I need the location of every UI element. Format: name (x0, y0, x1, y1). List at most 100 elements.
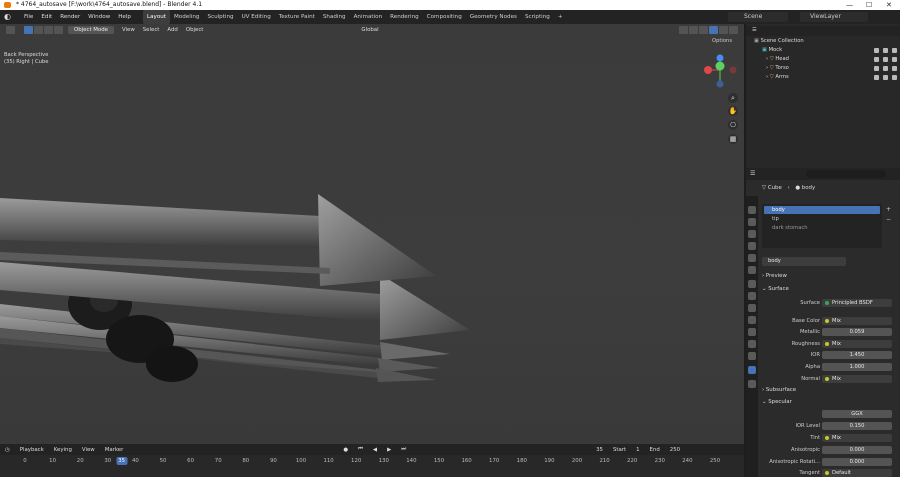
viewport-menu-add[interactable]: Add (163, 27, 181, 33)
tab-compositing[interactable]: Compositing (423, 10, 466, 24)
jump-end-icon[interactable]: ⏭ (396, 446, 411, 453)
play-reverse-icon[interactable]: ◀ (368, 447, 382, 453)
outliner-row-arms[interactable]: › ▽ Arms (746, 73, 900, 82)
section-preview[interactable]: › Preview (762, 273, 787, 279)
xray-icon[interactable] (689, 26, 698, 34)
viewport-menu-select[interactable]: Select (139, 27, 164, 33)
jump-start-icon[interactable]: ⏮ (353, 446, 368, 453)
visibility-toggles[interactable] (874, 55, 897, 62)
material-slot-tip[interactable]: tip (764, 215, 880, 223)
material-datablock-selector[interactable]: body (762, 257, 846, 266)
view-layer-selector[interactable]: ViewLayer (800, 12, 868, 22)
view-layer-tab-icon[interactable] (748, 242, 756, 250)
transform-orientation-dropdown[interactable]: Global (357, 27, 382, 33)
data-tab-icon[interactable] (748, 340, 756, 348)
tab-uv-editing[interactable]: UV Editing (238, 10, 275, 24)
tab-scripting[interactable]: Scripting (521, 10, 554, 24)
viewport-menu-object[interactable]: Object (182, 27, 208, 33)
material-tab-icon[interactable] (748, 366, 756, 374)
shading-wireframe-icon[interactable] (699, 26, 708, 34)
scene-selector[interactable]: Scene (728, 12, 788, 22)
section-surface[interactable]: ⌄ Surface (762, 286, 789, 292)
select-subtract-icon[interactable] (44, 26, 53, 34)
timeline-ruler[interactable]: 0 10 20 30 40 50 60 70 80 90 100 110 120 130 140 150 160… (0, 455, 744, 477)
options-button[interactable]: Options (712, 38, 732, 44)
ortho-grid-icon[interactable]: ▦ (728, 134, 738, 144)
start-frame-field[interactable]: 1 (631, 447, 644, 453)
specular-distribution-dropdown[interactable]: GGX (822, 410, 892, 418)
pan-hand-icon[interactable]: ✋ (728, 106, 738, 116)
tangent-field[interactable]: Default (822, 469, 892, 477)
normal-field[interactable]: Mix (822, 375, 892, 383)
outliner-row-mock[interactable]: ▣ Mock (746, 46, 900, 55)
add-workspace-button[interactable]: + (554, 10, 567, 24)
anisotropic-rotation-field[interactable]: 0.000 (822, 458, 892, 466)
menu-window[interactable]: Window (84, 10, 114, 24)
select-intersect-icon[interactable] (54, 26, 63, 34)
tab-geometry-nodes[interactable]: Geometry Nodes (466, 10, 521, 24)
tool-tab-icon[interactable] (748, 206, 756, 214)
section-specular[interactable]: ⌄ Specular (762, 399, 792, 405)
tint-field[interactable]: Mix (822, 434, 892, 442)
mesh-data-tab-icon[interactable] (748, 352, 756, 360)
menu-file[interactable]: File (20, 10, 37, 24)
visibility-toggles[interactable] (874, 73, 897, 80)
overlay-icon[interactable] (679, 26, 688, 34)
physics-tab-icon[interactable] (748, 316, 756, 324)
shading-rendered-icon[interactable] (729, 26, 738, 34)
anisotropic-field[interactable]: 0.000 (822, 446, 892, 454)
surface-shader-field[interactable]: Principled BSDF (822, 299, 892, 307)
timeline-menu-marker[interactable]: Marker (100, 447, 129, 453)
modifier-tab-icon[interactable] (748, 292, 756, 300)
object-tab-icon[interactable] (748, 280, 756, 288)
properties-search-input[interactable] (806, 170, 886, 178)
current-frame-field[interactable]: 35 (591, 447, 608, 453)
editor-type-icon[interactable] (6, 26, 15, 34)
ior-level-field[interactable]: 0.150 (822, 422, 892, 430)
camera-view-icon[interactable]: ⎔ (728, 120, 738, 130)
tab-animation[interactable]: Animation (350, 10, 387, 24)
alpha-field[interactable]: 1.000 (822, 363, 892, 371)
add-material-slot-button[interactable]: + (886, 206, 891, 213)
shading-material-icon[interactable] (719, 26, 728, 34)
minimize-button[interactable]: — (846, 0, 853, 10)
shading-solid-icon[interactable] (709, 26, 718, 34)
object-mode-dropdown[interactable]: Object Mode (68, 26, 114, 34)
timeline-menu-view[interactable]: View (77, 447, 100, 453)
ior-field[interactable]: 1.450 (822, 351, 892, 359)
timeline-menu-playback[interactable]: Playback (15, 447, 49, 453)
tab-texture-paint[interactable]: Texture Paint (275, 10, 319, 24)
tab-shading[interactable]: Shading (319, 10, 350, 24)
blender-logo-icon[interactable]: ◐ (4, 12, 16, 22)
visibility-toggles[interactable] (874, 64, 897, 71)
timeline-menu-keying[interactable]: Keying (49, 447, 77, 453)
scene-tab-icon[interactable] (748, 254, 756, 262)
texture-tab-icon[interactable] (748, 380, 756, 388)
section-subsurface[interactable]: › Subsurface (762, 387, 796, 393)
outliner-editor-icon[interactable]: ☰ (752, 27, 757, 33)
visibility-toggles[interactable] (874, 46, 897, 53)
menu-help[interactable]: Help (114, 10, 135, 24)
base-color-field[interactable]: Mix (822, 317, 892, 325)
outliner-row-head[interactable]: › ▽ Head (746, 55, 900, 64)
tab-sculpting[interactable]: Sculpting (203, 10, 237, 24)
tab-modeling[interactable]: Modeling (170, 10, 203, 24)
timeline-editor-icon[interactable]: ◷ (0, 447, 15, 453)
outliner-row-scene-collection[interactable]: ▣ Scene Collection (746, 37, 900, 46)
particles-tab-icon[interactable] (748, 304, 756, 312)
output-tab-icon[interactable] (748, 230, 756, 238)
select-extend-icon[interactable] (34, 26, 43, 34)
close-button[interactable]: ✕ (886, 0, 892, 10)
menu-render[interactable]: Render (56, 10, 84, 24)
metallic-field[interactable]: 0.059 (822, 328, 892, 336)
render-tab-icon[interactable] (748, 218, 756, 226)
constraints-tab-icon[interactable] (748, 328, 756, 336)
record-keyframe-icon[interactable]: ● (338, 447, 353, 453)
material-slot-dark-stomach[interactable]: dark stomach (764, 224, 880, 232)
3d-viewport[interactable] (0, 24, 744, 444)
playhead-frame-indicator[interactable]: 35 (116, 457, 128, 465)
maximize-button[interactable]: ☐ (866, 0, 872, 10)
world-tab-icon[interactable] (748, 266, 756, 274)
material-slot-body[interactable]: body (764, 206, 880, 214)
select-box-icon[interactable] (24, 26, 33, 34)
